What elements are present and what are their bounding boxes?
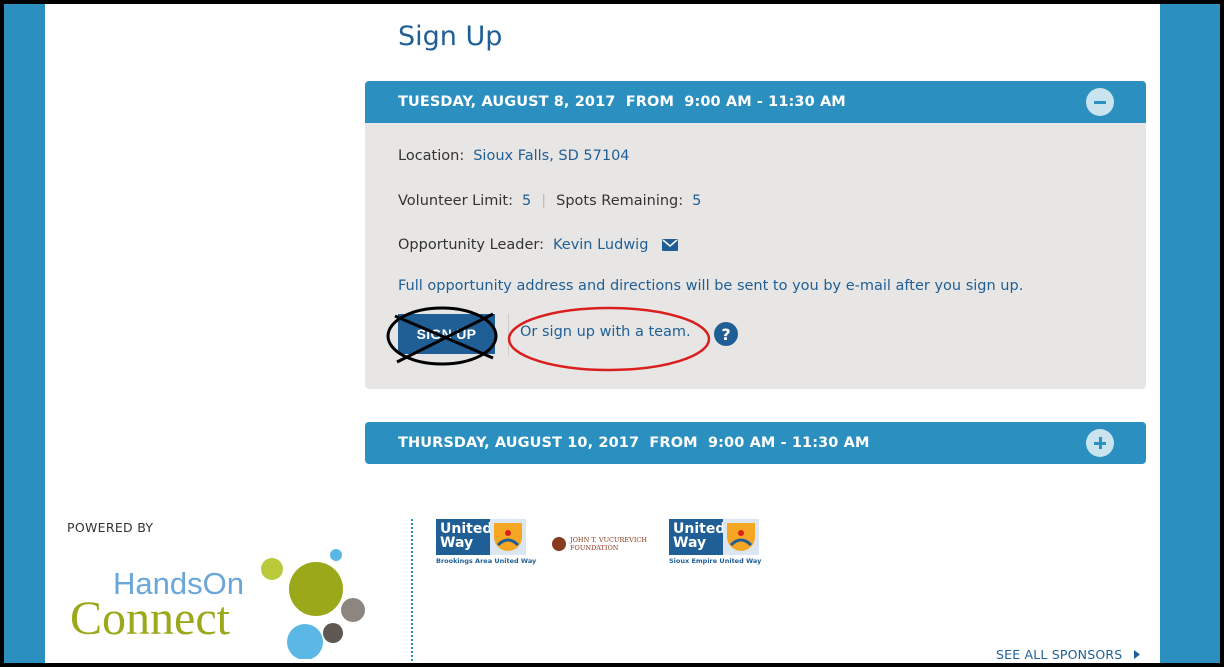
envelope-icon[interactable] xyxy=(662,239,679,251)
footer-divider xyxy=(411,519,413,663)
limit-row: Volunteer Limit: 5 | Spots Remaining: 5 xyxy=(398,193,701,209)
spots-remaining-label: Spots Remaining: xyxy=(556,193,684,209)
right-border-band xyxy=(1160,4,1220,663)
foundation-seal-icon xyxy=(552,537,566,551)
leader-label: Opportunity Leader: xyxy=(398,237,544,253)
sponsor-caption: Brookings Area United Way xyxy=(436,557,537,565)
team-signup-link[interactable]: Or sign up with a team. xyxy=(520,324,691,340)
sign-up-button[interactable]: SIGN UP xyxy=(398,314,495,354)
united-way-wordmark: United Way xyxy=(669,519,725,555)
expand-icon[interactable] xyxy=(1086,429,1114,457)
session-date-label: TUESDAY, AUGUST 8, 2017 FROM 9:00 AM - 1… xyxy=(398,94,846,110)
location-label: Location: xyxy=(398,148,465,164)
separator: | xyxy=(541,193,547,209)
sponsor-sioux-empire-united-way[interactable]: United Way Sioux Empire United Way xyxy=(669,519,761,565)
session-header-1[interactable]: TUESDAY, AUGUST 8, 2017 FROM 9:00 AM - 1… xyxy=(365,81,1146,123)
session-accordion-2: THURSDAY, AUGUST 10, 2017 FROM 9:00 AM -… xyxy=(365,422,1146,464)
notice-row: Full opportunity address and directions … xyxy=(398,278,1023,294)
see-all-sponsors-link[interactable]: SEE ALL SPONSORS xyxy=(996,647,1141,662)
help-icon[interactable]: ? xyxy=(714,322,738,346)
volunteer-limit-label: Volunteer Limit: xyxy=(398,193,514,209)
page-title: Sign Up xyxy=(398,21,503,52)
directions-notice: Full opportunity address and directions … xyxy=(398,278,1024,294)
united-way-emblem-icon xyxy=(490,519,526,555)
leader-name-link[interactable]: Kevin Ludwig xyxy=(553,237,648,253)
location-value: Sioux Falls, SD 57104 xyxy=(473,148,630,164)
united-way-emblem-icon xyxy=(723,519,759,555)
page-frame: Sign Up TUESDAY, AUGUST 8, 2017 FROM 9:0… xyxy=(4,4,1220,663)
session-date-label: THURSDAY, AUGUST 10, 2017 FROM 9:00 AM -… xyxy=(398,435,870,451)
united-way-wordmark: United Way xyxy=(436,519,492,555)
sponsor-caption: Sioux Empire United Way xyxy=(669,557,762,565)
location-row: Location: Sioux Falls, SD 57104 xyxy=(398,148,630,164)
sponsor-brookings-united-way[interactable]: United Way Brookings Area United Way xyxy=(436,519,536,565)
session-details-panel: Location: Sioux Falls, SD 57104 Voluntee… xyxy=(365,123,1146,389)
collapse-icon[interactable] xyxy=(1086,88,1114,116)
powered-by-label: POWERED BY xyxy=(67,520,154,535)
volunteer-limit-value: 5 xyxy=(522,193,532,209)
sponsor-vucurevich-foundation[interactable]: JOHN T. VUCUREVICH FOUNDATION xyxy=(552,536,647,552)
session-accordion-1: TUESDAY, AUGUST 8, 2017 FROM 9:00 AM - 1… xyxy=(365,81,1146,389)
handson-connect-logo: HandsOn Connect xyxy=(70,549,365,659)
logo-text-connect: Connect xyxy=(70,592,231,645)
see-all-label: SEE ALL SPONSORS xyxy=(996,647,1123,662)
foundation-name: JOHN T. VUCUREVICH FOUNDATION xyxy=(570,536,648,552)
spots-remaining-value: 5 xyxy=(692,193,702,209)
leader-row: Opportunity Leader: Kevin Ludwig xyxy=(398,237,679,253)
left-border-band xyxy=(4,4,45,663)
caret-right-icon xyxy=(1133,650,1140,659)
session-header-2[interactable]: THURSDAY, AUGUST 10, 2017 FROM 9:00 AM -… xyxy=(365,422,1146,464)
button-divider xyxy=(508,314,509,356)
